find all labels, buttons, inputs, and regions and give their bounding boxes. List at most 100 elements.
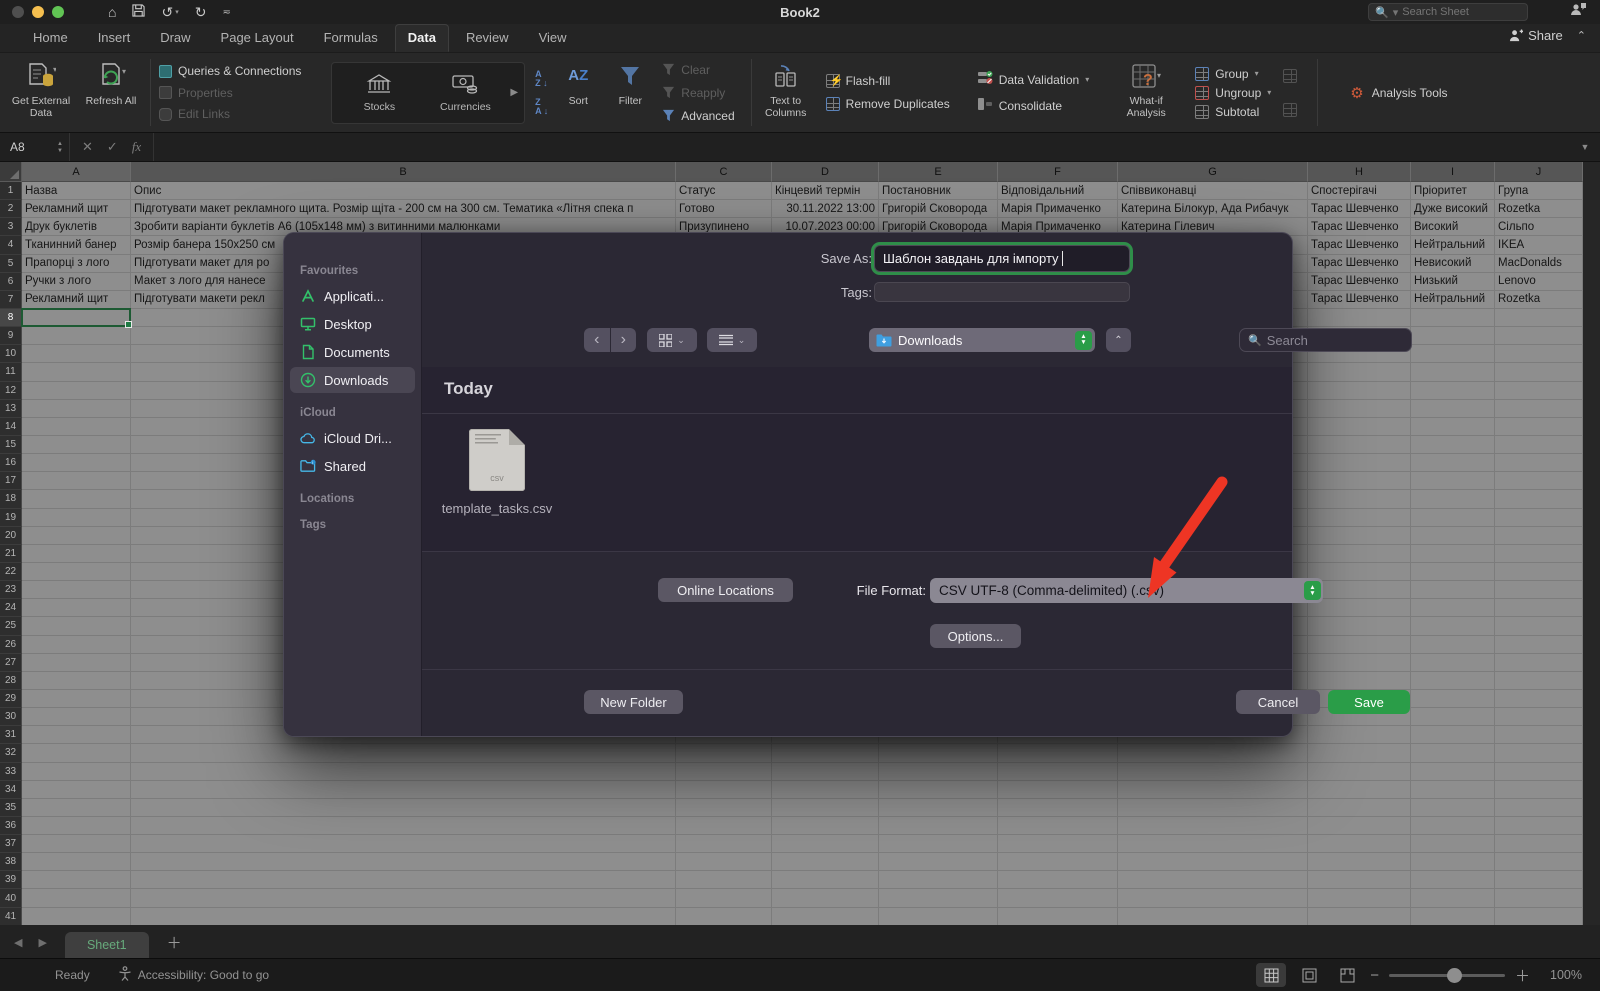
cell-D41[interactable] — [772, 908, 879, 925]
cell-J12[interactable] — [1495, 382, 1583, 400]
cell-J36[interactable] — [1495, 817, 1583, 835]
cell-H31[interactable] — [1308, 726, 1411, 744]
zoom-slider-knob[interactable] — [1447, 968, 1462, 983]
cell-I16[interactable] — [1411, 454, 1495, 472]
tags-input[interactable] — [874, 282, 1130, 302]
forward-button[interactable]: › — [611, 328, 637, 352]
cell-H25[interactable] — [1308, 617, 1411, 635]
cell-D36[interactable] — [772, 817, 879, 835]
cell-J19[interactable] — [1495, 509, 1583, 527]
row-header-20[interactable]: 20 — [0, 527, 22, 545]
row-header-13[interactable]: 13 — [0, 400, 22, 418]
cell-B2[interactable]: Підготувати макет рекламного щита. Розмі… — [131, 200, 676, 218]
formula-input[interactable] — [154, 133, 1570, 161]
cell-A8[interactable] — [22, 309, 131, 327]
cell-J15[interactable] — [1495, 436, 1583, 454]
remove-duplicates-button[interactable]: Remove Duplicates — [826, 97, 950, 111]
column-header-H[interactable]: H — [1308, 162, 1411, 182]
cell-I9[interactable] — [1411, 327, 1495, 345]
cell-H21[interactable] — [1308, 545, 1411, 563]
cell-A23[interactable] — [22, 581, 131, 599]
cell-F41[interactable] — [998, 908, 1118, 925]
cell-B34[interactable] — [131, 781, 676, 799]
cancel-button[interactable]: Cancel — [1236, 690, 1320, 714]
cell-H41[interactable] — [1308, 908, 1411, 925]
cell-J23[interactable] — [1495, 581, 1583, 599]
advanced-filter-button[interactable]: Advanced — [662, 109, 734, 123]
cell-G32[interactable] — [1118, 744, 1308, 762]
cell-I11[interactable] — [1411, 363, 1495, 381]
row-header-25[interactable]: 25 — [0, 617, 22, 635]
row-header-26[interactable]: 26 — [0, 636, 22, 654]
cell-A22[interactable] — [22, 563, 131, 581]
cell-G33[interactable] — [1118, 763, 1308, 781]
row-header-28[interactable]: 28 — [0, 672, 22, 690]
cell-E32[interactable] — [879, 744, 998, 762]
customize-toolbar-icon[interactable]: ≂ — [222, 7, 230, 18]
cell-H33[interactable] — [1308, 763, 1411, 781]
cell-J37[interactable] — [1495, 835, 1583, 853]
cell-B37[interactable] — [131, 835, 676, 853]
cell-H4[interactable]: Тарас Шевченко — [1308, 236, 1411, 254]
cell-H2[interactable]: Тарас Шевченко — [1308, 200, 1411, 218]
row-header-4[interactable]: 4 — [0, 236, 22, 254]
column-header-C[interactable]: C — [676, 162, 772, 182]
cell-I26[interactable] — [1411, 636, 1495, 654]
cell-C38[interactable] — [676, 853, 772, 871]
vertical-scrollbar-track[interactable] — [1583, 162, 1600, 925]
cell-J38[interactable] — [1495, 853, 1583, 871]
cell-J8[interactable] — [1495, 309, 1583, 327]
row-header-35[interactable]: 35 — [0, 799, 22, 817]
cell-J32[interactable] — [1495, 744, 1583, 762]
next-sheet-icon[interactable]: ▶ — [38, 936, 46, 949]
cell-E1[interactable]: Постановник — [879, 182, 998, 200]
location-select[interactable]: Downloads ▲▼ — [869, 328, 1095, 352]
sheet-tab-active[interactable]: Sheet1 — [65, 932, 149, 958]
collapse-ribbon-icon[interactable]: ⌃ — [1577, 29, 1586, 42]
column-header-G[interactable]: G — [1118, 162, 1308, 182]
undo-button[interactable]: ↺▾ — [161, 4, 178, 21]
cell-H19[interactable] — [1308, 509, 1411, 527]
cell-I34[interactable] — [1411, 781, 1495, 799]
gallery-more-icon[interactable]: ▶ — [510, 87, 518, 98]
row-header-27[interactable]: 27 — [0, 654, 22, 672]
cell-H37[interactable] — [1308, 835, 1411, 853]
cell-D33[interactable] — [772, 763, 879, 781]
cell-I17[interactable] — [1411, 472, 1495, 490]
cell-A26[interactable] — [22, 636, 131, 654]
cell-H20[interactable] — [1308, 527, 1411, 545]
row-header-37[interactable]: 37 — [0, 835, 22, 853]
row-header-15[interactable]: 15 — [0, 436, 22, 454]
row-header-2[interactable]: 2 — [0, 200, 22, 218]
row-header-12[interactable]: 12 — [0, 382, 22, 400]
cell-I40[interactable] — [1411, 889, 1495, 907]
page-layout-view-button[interactable] — [1294, 963, 1324, 987]
cell-I12[interactable] — [1411, 382, 1495, 400]
cell-J31[interactable] — [1495, 726, 1583, 744]
cell-A4[interactable]: Тканинний банер — [22, 236, 131, 254]
cancel-entry-icon[interactable]: ✕ — [82, 139, 93, 155]
row-header-16[interactable]: 16 — [0, 454, 22, 472]
cell-E39[interactable] — [879, 871, 998, 889]
cell-G2[interactable]: Катерина Білокур, Ада Рибачук — [1118, 200, 1308, 218]
file-format-select[interactable]: CSV UTF-8 (Comma-delimited) (.csv) ▲▼ — [930, 578, 1323, 603]
cell-J26[interactable] — [1495, 636, 1583, 654]
cell-I10[interactable] — [1411, 345, 1495, 363]
row-header-7[interactable]: 7 — [0, 291, 22, 309]
cell-A13[interactable] — [22, 400, 131, 418]
cell-H1[interactable]: Спостерігачі — [1308, 182, 1411, 200]
cell-I13[interactable] — [1411, 400, 1495, 418]
row-header-5[interactable]: 5 — [0, 255, 22, 273]
cell-C1[interactable]: Статус — [676, 182, 772, 200]
cell-H40[interactable] — [1308, 889, 1411, 907]
group-button[interactable]: Group ▾ — [1195, 67, 1271, 81]
cell-H8[interactable] — [1308, 309, 1411, 327]
cell-I21[interactable] — [1411, 545, 1495, 563]
tab-home[interactable]: Home — [20, 24, 81, 52]
cell-B39[interactable] — [131, 871, 676, 889]
save-as-input[interactable]: Шаблон завдань для імпорту — [874, 245, 1130, 272]
refresh-all-button[interactable]: ▾ Refresh All — [76, 53, 146, 132]
user-account-icon[interactable] — [1570, 2, 1586, 19]
cell-A2[interactable]: Рекламний щит — [22, 200, 131, 218]
cell-J20[interactable] — [1495, 527, 1583, 545]
